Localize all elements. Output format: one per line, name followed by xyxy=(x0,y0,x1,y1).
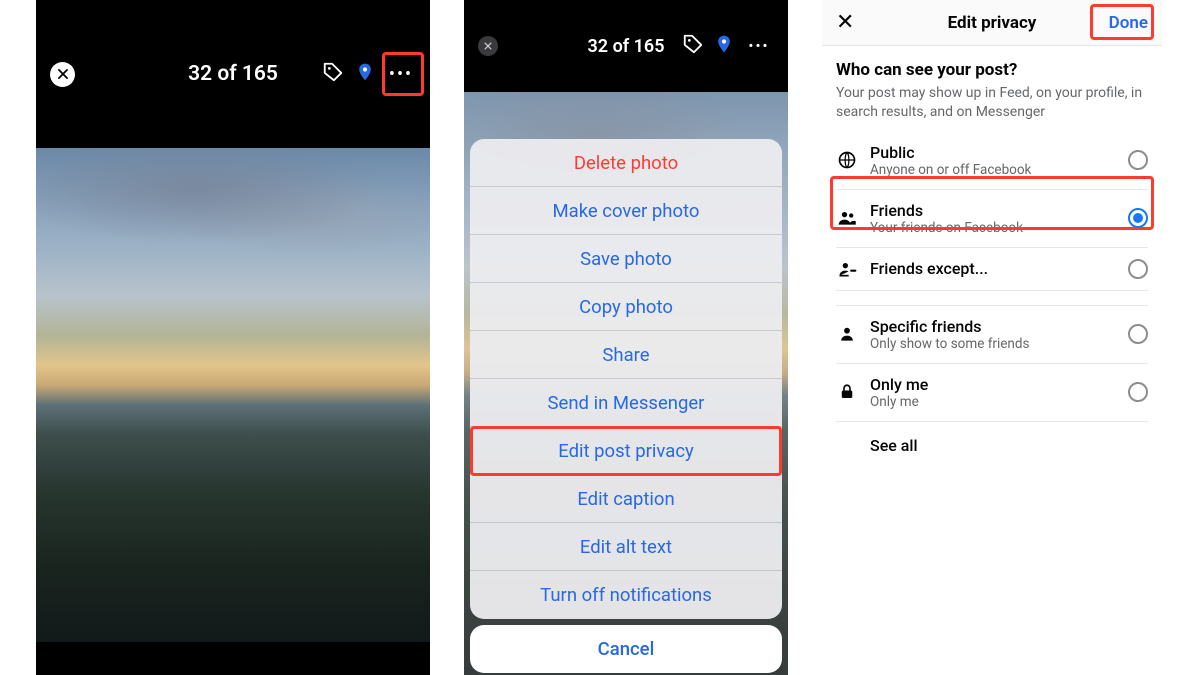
photo-counter: 32 of 165 xyxy=(588,36,665,57)
see-all-link[interactable]: See all xyxy=(836,422,1148,469)
lock-icon xyxy=(836,383,858,401)
highlight-done-button xyxy=(1090,4,1154,40)
privacy-option-specific[interactable]: Specific friends Only show to some frien… xyxy=(836,305,1148,364)
radio-public[interactable] xyxy=(1128,150,1148,170)
photo-viewer-panel: 32 of 165 ••• xyxy=(36,0,430,675)
highlight-more-button xyxy=(382,52,424,96)
save-photo-item[interactable]: Save photo xyxy=(470,235,782,283)
send-messenger-item[interactable]: Send in Messenger xyxy=(470,379,782,427)
radio-only-me[interactable] xyxy=(1128,382,1148,402)
cancel-button[interactable]: Cancel xyxy=(470,625,782,673)
photo-header-actions: ••• xyxy=(682,31,774,61)
location-icon[interactable] xyxy=(355,60,375,88)
option-label: Only me xyxy=(870,375,1116,394)
close-button[interactable] xyxy=(50,62,75,87)
option-label: Public xyxy=(870,143,1116,162)
action-sheet: Delete photo Make cover photo Save photo… xyxy=(470,139,782,619)
location-icon[interactable] xyxy=(714,32,734,60)
who-can-see: Who can see your post? Your post may sho… xyxy=(822,46,1162,132)
tag-icon[interactable] xyxy=(682,33,704,59)
close-button[interactable] xyxy=(478,36,498,56)
option-label: Friends except... xyxy=(870,259,1116,278)
radio-friends-except[interactable] xyxy=(1128,259,1148,279)
specific-friends-icon xyxy=(836,324,858,344)
more-icon[interactable]: ••• xyxy=(744,31,774,61)
option-sub: Only show to some friends xyxy=(870,336,1116,352)
radio-specific[interactable] xyxy=(1128,324,1148,344)
copy-photo-item[interactable]: Copy photo xyxy=(470,283,782,331)
privacy-option-only-me[interactable]: Only me Only me xyxy=(836,364,1148,422)
who-title: Who can see your post? xyxy=(836,60,1148,80)
privacy-option-friends-except[interactable]: Friends except... xyxy=(836,248,1148,291)
privacy-title: Edit privacy xyxy=(948,13,1037,33)
photo-header: 32 of 165 ••• xyxy=(464,0,788,92)
option-label: Specific friends xyxy=(870,317,1116,336)
globe-icon xyxy=(836,150,858,170)
tag-icon[interactable] xyxy=(322,61,344,87)
who-subtitle: Your post may show up in Feed, on your p… xyxy=(836,84,1148,122)
photo-image xyxy=(36,148,430,642)
highlight-friends-option xyxy=(830,176,1154,230)
edit-privacy-panel: ✕ Edit privacy Done Who can see your pos… xyxy=(822,0,1162,675)
edit-alt-text-item[interactable]: Edit alt text xyxy=(470,523,782,571)
action-sheet-panel: 32 of 165 ••• Delete photo Make cover ph… xyxy=(464,0,788,675)
close-icon[interactable]: ✕ xyxy=(836,10,854,35)
highlight-edit-privacy xyxy=(470,426,782,476)
share-item[interactable]: Share xyxy=(470,331,782,379)
delete-photo-item[interactable]: Delete photo xyxy=(470,139,782,187)
turn-off-notifications-item[interactable]: Turn off notifications xyxy=(470,571,782,619)
photo-counter: 32 of 165 xyxy=(188,62,278,86)
edit-caption-item[interactable]: Edit caption xyxy=(470,475,782,523)
photo-header: 32 of 165 ••• xyxy=(36,0,430,148)
option-sub: Only me xyxy=(870,394,1116,410)
friends-except-icon xyxy=(836,259,858,279)
make-cover-item[interactable]: Make cover photo xyxy=(470,187,782,235)
